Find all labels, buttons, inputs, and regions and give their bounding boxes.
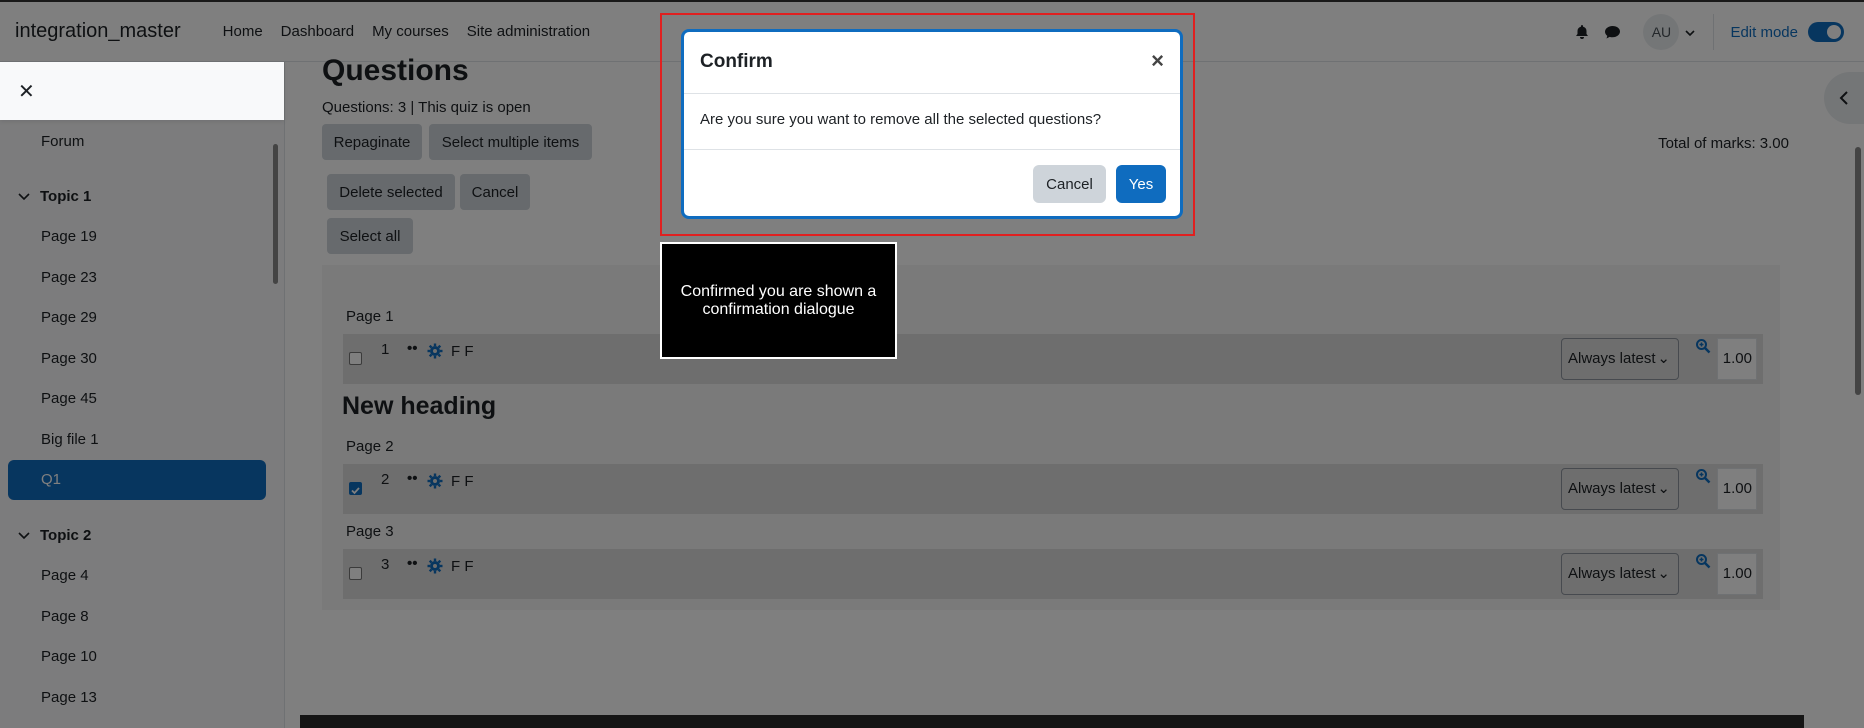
drawer-header: ✕: [0, 62, 284, 120]
cancel-button[interactable]: Cancel: [1033, 165, 1106, 203]
annotation-text: Confirmed you are shown a confirmation d…: [680, 282, 877, 318]
modal-header: Confirm ×: [684, 32, 1180, 94]
confirm-dialog: Confirm × Are you sure you want to remov…: [681, 29, 1183, 219]
modal-message: Are you sure you want to remove all the …: [684, 94, 1180, 150]
modal-title: Confirm: [700, 51, 773, 72]
annotation-caption: Confirmed you are shown a confirmation d…: [660, 242, 897, 359]
close-icon[interactable]: ✕: [18, 79, 35, 104]
close-icon[interactable]: ×: [1151, 48, 1164, 74]
yes-button[interactable]: Yes: [1116, 165, 1166, 203]
modal-footer: Cancel Yes: [684, 150, 1180, 216]
